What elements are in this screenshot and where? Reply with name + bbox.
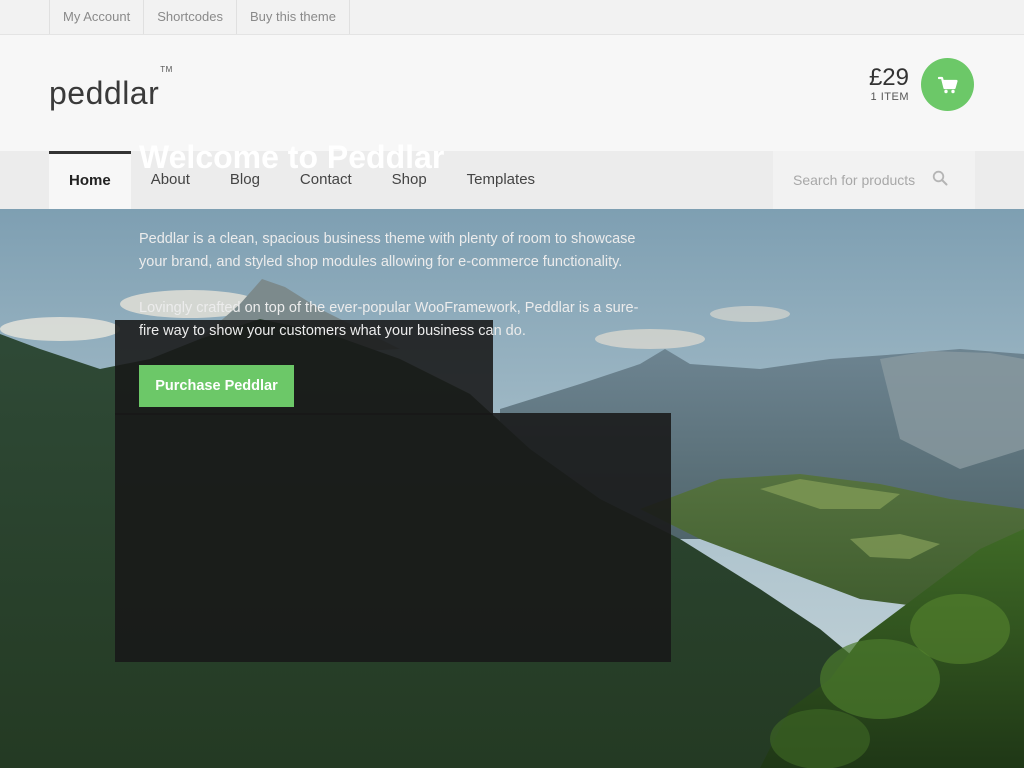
hero-banner	[0, 209, 1024, 768]
my-account-link[interactable]: My Account	[50, 0, 145, 34]
top-bar: My Account Shortcodes Buy this theme	[0, 0, 1024, 35]
logo-text: peddlar	[49, 75, 160, 111]
nav-item-home[interactable]: Home	[49, 151, 131, 209]
hero-paragraph-2: Lovingly crafted on top of the ever-popu…	[139, 300, 639, 339]
cart-amount: £29	[868, 64, 909, 91]
shortcodes-link[interactable]: Shortcodes	[144, 0, 237, 34]
hero-title: Welcome to Peddlar	[139, 139, 445, 175]
purchase-button[interactable]: Purchase Peddlar	[139, 365, 294, 407]
cart-summary[interactable]: £29 1 ITEM	[868, 64, 909, 104]
top-bar-links: My Account Shortcodes Buy this theme	[49, 0, 350, 34]
site-logo[interactable]: peddlarTM	[49, 65, 173, 112]
trademark-mark: TM	[160, 65, 173, 75]
cart-item-count: 1 ITEM	[870, 91, 909, 103]
site-header: peddlarTM £29 1 ITEM	[0, 35, 1024, 151]
search-icon[interactable]	[932, 170, 948, 186]
cart-icon	[937, 76, 958, 93]
hero-body-panel	[115, 413, 671, 662]
nav-item-templates[interactable]: Templates	[447, 151, 555, 209]
hero-paragraph-1: Peddlar is a clean, spacious business th…	[139, 231, 636, 270]
cart-button[interactable]	[921, 58, 974, 111]
buy-theme-link[interactable]: Buy this theme	[237, 0, 350, 34]
